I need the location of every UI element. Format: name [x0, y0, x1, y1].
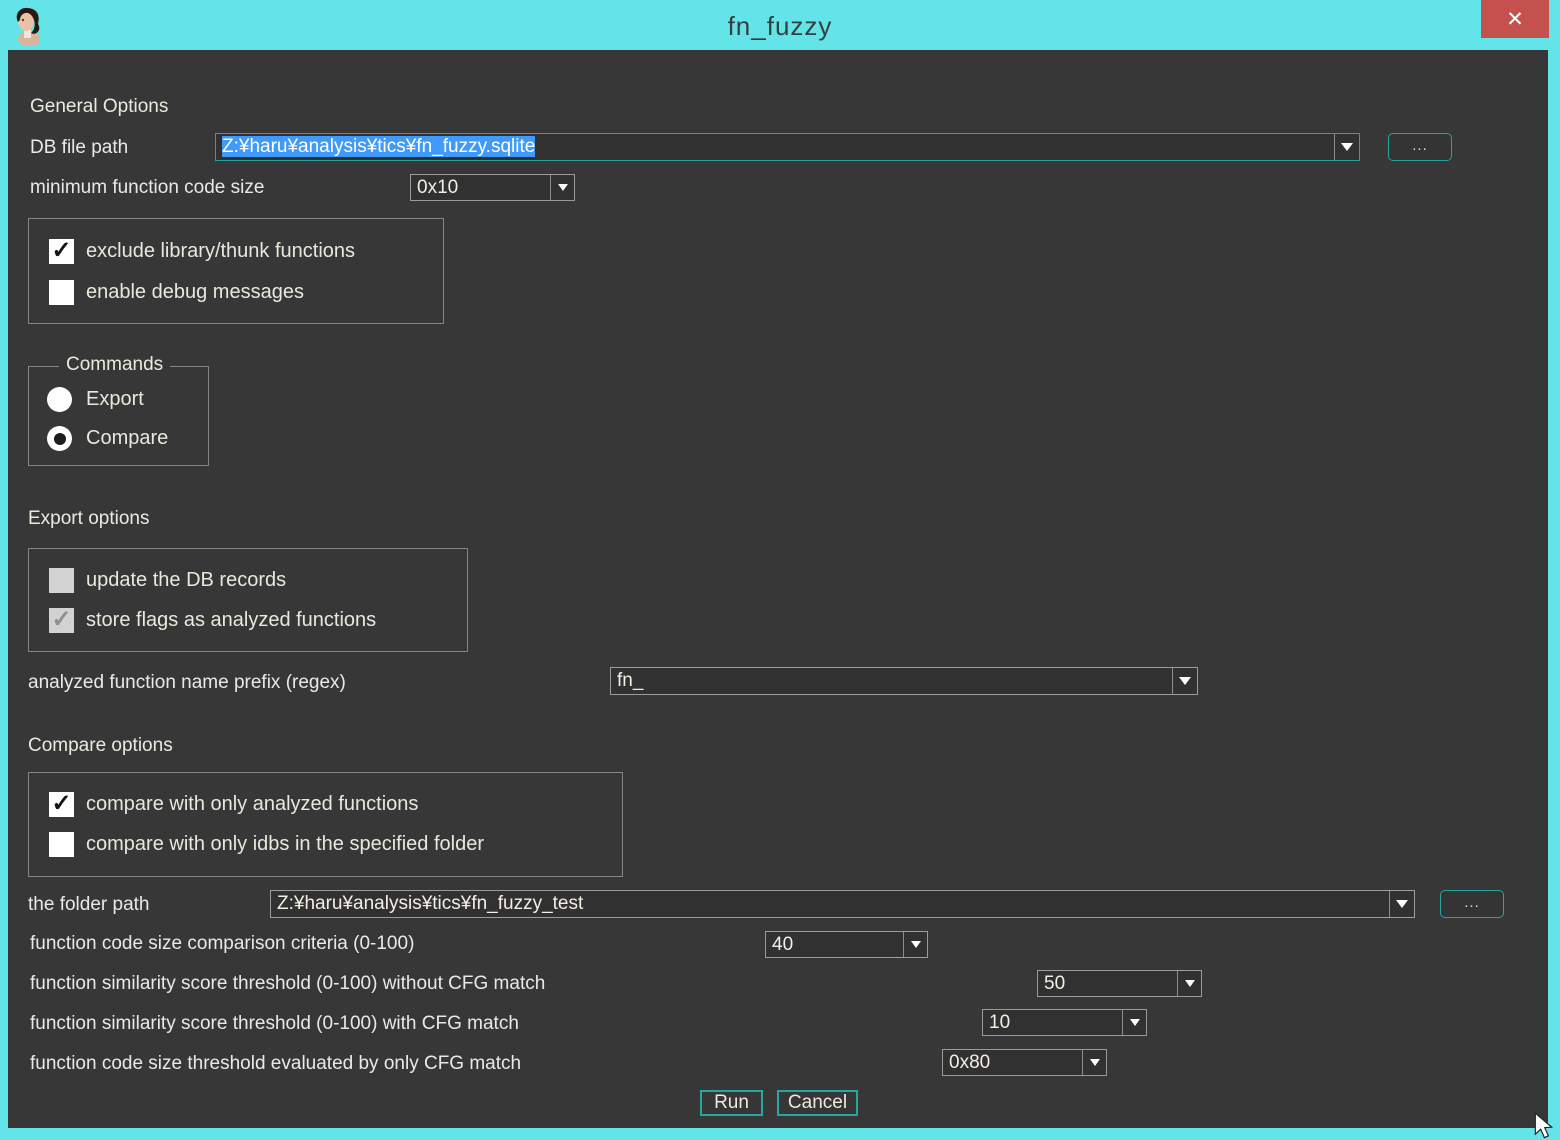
prefix-label: analyzed function name prefix (regex)	[28, 672, 346, 694]
dialog-body: General Options DB file path Z:¥haru¥ana…	[8, 50, 1548, 1128]
checkbox-label: compare with only idbs in the specified …	[86, 833, 484, 856]
enable-debug-checkbox[interactable]	[49, 280, 74, 305]
checkbox-row[interactable]: update the DB records	[49, 568, 449, 594]
criteria-dropdown[interactable]: 40	[765, 931, 928, 958]
prefix-value[interactable]: fn_	[617, 668, 1169, 694]
window-title: fn_fuzzy	[0, 11, 1560, 42]
close-button[interactable]: ✕	[1481, 0, 1549, 38]
criteria-value[interactable]: 40	[772, 932, 899, 958]
folder-path-label: the folder path	[28, 894, 149, 916]
checkbox-label: exclude library/thunk functions	[86, 240, 355, 263]
size-cfg-only-label: function code size threshold evaluated b…	[30, 1053, 521, 1075]
sim-with-cfg-value[interactable]: 10	[989, 1010, 1118, 1036]
checkbox-label: update the DB records	[86, 569, 286, 592]
compare-analyzed-checkbox[interactable]	[49, 792, 74, 817]
dropdown-arrow-icon[interactable]	[1082, 1050, 1106, 1075]
compare-radio[interactable]	[47, 426, 72, 451]
export-checkbox-group: update the DB records store flags as ana…	[28, 548, 468, 652]
db-file-path-label: DB file path	[30, 137, 128, 159]
general-options-heading: General Options	[30, 96, 168, 118]
radio-label: Compare	[86, 427, 168, 450]
dropdown-arrow-icon[interactable]	[550, 175, 574, 200]
radio-label: Export	[86, 388, 144, 411]
db-file-path-combo[interactable]: Z:¥haru¥analysis¥tics¥fn_fuzzy.sqlite	[215, 133, 1360, 161]
compare-checkbox-group: compare with only analyzed functions com…	[28, 772, 623, 877]
min-func-size-dropdown[interactable]: 0x10	[410, 174, 575, 201]
radio-row[interactable]: Export	[47, 387, 197, 413]
compare-idbs-checkbox[interactable]	[49, 832, 74, 857]
update-db-checkbox[interactable]	[49, 568, 74, 593]
export-radio[interactable]	[47, 387, 72, 412]
commands-group: Commands Export Compare	[28, 366, 209, 466]
checkbox-label: store flags as analyzed functions	[86, 609, 376, 632]
checkbox-row[interactable]: exclude library/thunk functions	[49, 239, 429, 265]
radio-row[interactable]: Compare	[47, 426, 197, 452]
checkbox-row[interactable]: compare with only analyzed functions	[49, 792, 599, 818]
folder-path-combo[interactable]: Z:¥haru¥analysis¥tics¥fn_fuzzy_test	[270, 890, 1415, 918]
commands-legend: Commands	[59, 354, 170, 376]
criteria-label: function code size comparison criteria (…	[30, 933, 414, 955]
folder-path-value[interactable]: Z:¥haru¥analysis¥tics¥fn_fuzzy_test	[277, 891, 1386, 917]
exclude-library-checkbox[interactable]	[49, 239, 74, 264]
general-checkbox-group: exclude library/thunk functions enable d…	[28, 218, 444, 324]
min-func-size-value[interactable]: 0x10	[417, 175, 546, 201]
dropdown-arrow-icon[interactable]	[903, 932, 927, 957]
checkbox-row[interactable]: enable debug messages	[49, 280, 429, 306]
mouse-cursor	[1533, 1112, 1560, 1140]
sim-without-cfg-label: function similarity score threshold (0-1…	[30, 973, 545, 995]
checkbox-row[interactable]: compare with only idbs in the specified …	[49, 832, 599, 858]
title-bar: fn_fuzzy ✕	[0, 0, 1560, 50]
dropdown-arrow-icon[interactable]	[1172, 668, 1197, 694]
sim-without-cfg-dropdown[interactable]: 50	[1037, 970, 1202, 997]
size-cfg-only-dropdown[interactable]: 0x80	[942, 1049, 1107, 1076]
folder-browse-button[interactable]: ...	[1440, 890, 1504, 918]
checkbox-label: enable debug messages	[86, 281, 304, 304]
prefix-combo[interactable]: fn_	[610, 667, 1198, 695]
dropdown-arrow-icon[interactable]	[1122, 1010, 1146, 1035]
checkbox-label: compare with only analyzed functions	[86, 793, 418, 816]
dropdown-arrow-icon[interactable]	[1177, 971, 1201, 996]
sim-without-cfg-value[interactable]: 50	[1044, 971, 1173, 997]
size-cfg-only-value[interactable]: 0x80	[949, 1050, 1078, 1076]
min-func-size-label: minimum function code size	[30, 177, 264, 199]
db-file-browse-button[interactable]: ...	[1388, 133, 1452, 161]
dropdown-arrow-icon[interactable]	[1389, 891, 1414, 917]
store-flags-checkbox[interactable]	[49, 608, 74, 633]
export-options-heading: Export options	[28, 508, 149, 530]
sim-with-cfg-label: function similarity score threshold (0-1…	[30, 1013, 519, 1035]
dropdown-arrow-icon[interactable]	[1334, 134, 1359, 160]
db-file-path-value[interactable]: Z:¥haru¥analysis¥tics¥fn_fuzzy.sqlite	[222, 134, 1331, 160]
sim-with-cfg-dropdown[interactable]: 10	[982, 1009, 1147, 1036]
run-button[interactable]: Run	[700, 1090, 763, 1116]
cancel-button[interactable]: Cancel	[777, 1090, 858, 1116]
checkbox-row[interactable]: store flags as analyzed functions	[49, 608, 449, 634]
compare-options-heading: Compare options	[28, 735, 173, 757]
